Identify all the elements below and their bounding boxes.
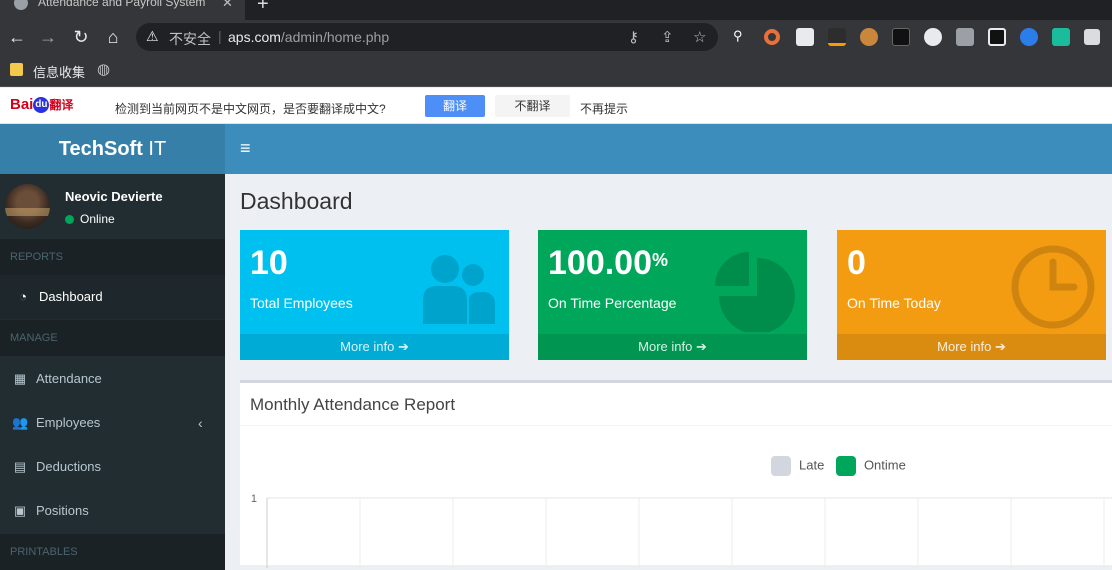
reload-button[interactable]: ↻ [70,26,92,48]
clock-icon [1011,245,1095,329]
back-button[interactable]: ← [6,26,28,48]
forward-button[interactable]: → [37,26,59,48]
bookmark-folder[interactable]: 信息收集 [33,62,85,81]
total-employees-label: Total Employees [250,295,353,311]
dashboard-icon: ◔ [19,289,27,304]
key-icon[interactable]: ⚷ [628,28,639,46]
on-time-today-box: 0 On Time Today More info ➔ [837,230,1106,360]
globe-bookmark-icon[interactable]: ◍ [97,60,110,78]
page-title: Dashboard [240,188,353,214]
legend-item-late[interactable]: Late [771,456,824,476]
calendar-icon: ▦ [13,371,27,386]
report-divider [240,425,1112,426]
sidebar-item-dashboard[interactable]: ◔ Dashboard [0,275,225,319]
total-employees-more-info[interactable]: More info ➔ [240,334,509,360]
on-time-percentage-box: 100.00% On Time Percentage More info ➔ [538,230,807,360]
globe-icon [14,0,28,10]
browser-toolbar: ← → ↻ ⌂ ⚠ 不安全 | aps.com/admin/home.php ⚷… [0,20,1112,55]
sidebar: Neovic Devierte Online REPORTS ◔ Dashboa… [0,174,225,570]
late-swatch [771,456,791,476]
sidebar-item-deductions[interactable]: ▤ Deductions [0,445,225,489]
address-bar[interactable]: ⚠ 不安全 | aps.com/admin/home.php ⚷ ⇪ ☆ [136,23,718,51]
menu-toggle-icon[interactable]: ≡ [240,138,251,159]
on-time-percentage-label: On Time Percentage [548,295,677,311]
sidebar-item-positions[interactable]: ▣ Positions [0,489,225,533]
never-prompt-link[interactable]: 不再提示 [580,100,628,117]
glasses-extension-icon[interactable] [988,28,1006,46]
home-button[interactable]: ⌂ [102,26,124,48]
user-name: Neovic Devierte [65,189,163,204]
chevron-left-icon: ‹ [198,415,203,431]
translate-message: 检测到当前网页不是中文网页，是否要翻译成中文? [115,102,386,116]
ghost-extension-icon[interactable] [924,28,942,46]
tab-title: Attendance and Payroll System [38,0,206,9]
no-translate-button[interactable]: 不翻译 [495,95,570,117]
bookmarks-bar: 信息收集 ◍ [0,55,1112,87]
total-employees-value: 10 [250,244,288,282]
bookmark-star-icon[interactable]: ☆ [693,28,706,46]
browser-tab[interactable]: Attendance and Payroll System ✕ [0,0,245,20]
share-icon[interactable]: ⇪ [661,28,674,46]
pie-chart-icon [715,252,795,332]
folder-icon [10,63,23,76]
on-time-today-more-info[interactable]: More info ➔ [837,334,1106,360]
briefcase-icon: ▣ [13,503,27,518]
sidebar-item-employees[interactable]: 👥 Employees ‹ [0,401,225,445]
cookie-extension-icon[interactable] [860,28,878,46]
app-logo[interactable]: TechSoft IT [0,124,225,174]
users-icon: 👥 [12,415,29,430]
report-title: Monthly Attendance Report [250,395,456,414]
notion-extension-icon[interactable] [892,28,910,46]
avatar [5,184,50,229]
browser-tab-strip: Attendance and Payroll System ✕ + [0,0,1112,20]
new-tab-button[interactable]: + [257,0,269,16]
search-extension-icon[interactable]: ⚲ [733,28,751,46]
code-extension-icon[interactable] [1052,28,1070,46]
extensions-puzzle-icon[interactable] [1084,29,1100,45]
translate-bar: Bai du 翻译 检测到当前网页不是中文网页，是否要翻译成中文? 翻译 不翻译 不… [0,88,1112,124]
monthly-attendance-report: Monthly Attendance Report Late Ontime 1 [240,380,1112,568]
sidebar-header-manage: MANAGE [0,320,225,356]
close-tab-icon[interactable]: ✕ [222,0,233,11]
ontime-swatch [835,456,856,476]
sidebar-item-attendance[interactable]: ▦ Attendance [0,357,225,401]
on-time-percentage-more-info[interactable]: More info ➔ [538,334,807,360]
sidebar-header-reports: REPORTS [0,239,225,275]
y-tick-label: 1 [251,493,257,505]
on-time-today-value: 0 [847,244,866,282]
circle-extension-icon[interactable] [764,29,780,45]
translate-button[interactable]: 翻译 [425,95,485,117]
users-icon [423,255,495,324]
app-topbar: ≡ [225,124,1112,174]
url-text[interactable]: aps.com/admin/home.php [228,29,389,45]
mask-extension-icon[interactable] [1020,28,1038,46]
legend-item-ontime[interactable]: Ontime [835,456,906,476]
user-panel: Neovic Devierte Online [0,174,225,239]
on-time-today-label: On Time Today [847,295,941,311]
on-time-percentage-value: 100.00% [548,244,669,282]
amazon-extension-icon[interactable] [828,28,846,46]
total-employees-box: 10 Total Employees More info ➔ [240,230,509,360]
user-status: Online [65,212,115,226]
attendance-chart: 1 [251,493,1112,568]
address-separator: | [218,28,222,44]
online-status-icon [65,215,74,225]
image-extension-icon[interactable] [796,28,814,46]
insecure-label: 不安全 [169,31,211,47]
file-icon: ▤ [13,459,27,474]
warning-icon: ⚠ [146,28,159,44]
baidu-translate-logo: Bai du 翻译 [10,96,74,114]
chart-legend: Late Ontime [771,456,914,476]
shield-extension-icon[interactable] [956,28,974,46]
